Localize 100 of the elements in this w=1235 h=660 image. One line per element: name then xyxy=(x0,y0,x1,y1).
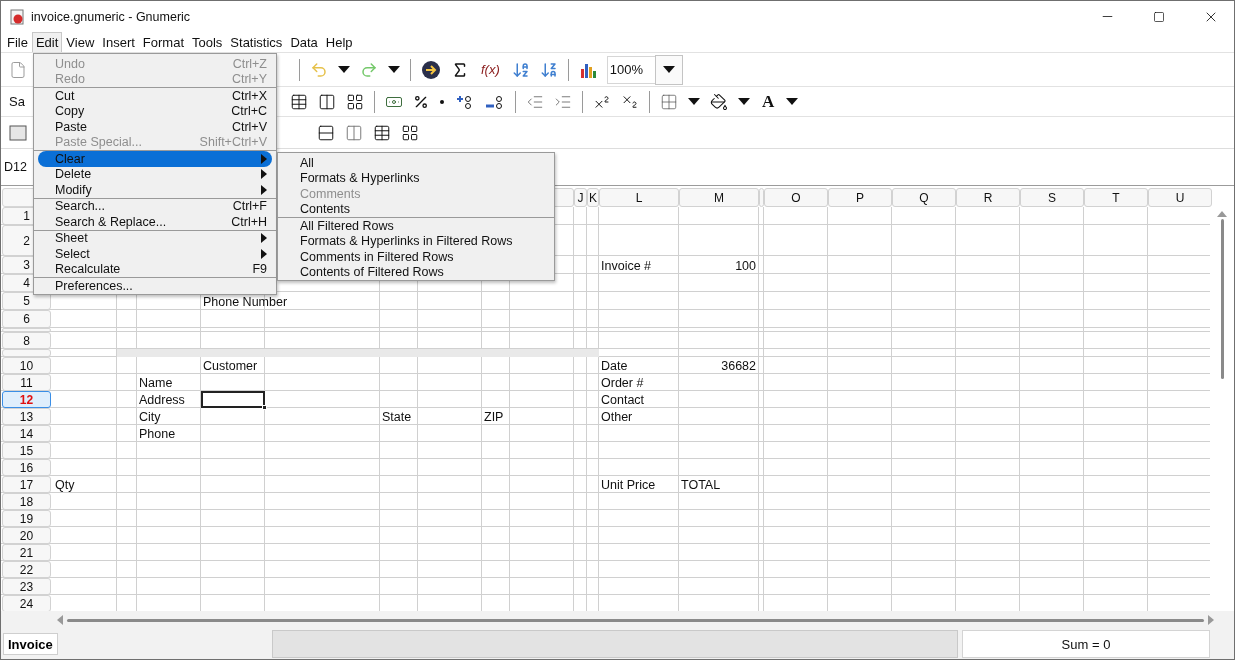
zoom-field[interactable]: 100% xyxy=(606,55,655,84)
font-color-button[interactable]: A xyxy=(759,91,777,112)
sort-ascending-icon[interactable] xyxy=(511,60,530,79)
submenu-arrow-icon xyxy=(261,153,267,164)
cell-cursor[interactable] xyxy=(201,391,265,408)
merge-cells-icon[interactable] xyxy=(289,92,308,111)
dropdown-arrow-icon[interactable] xyxy=(338,66,350,73)
submenu-arrow-icon xyxy=(261,169,267,180)
menu-bar-item[interactable]: File xyxy=(3,32,32,52)
dropdown-arrow-icon[interactable] xyxy=(388,66,400,73)
object-icon[interactable] xyxy=(9,124,27,141)
scrollbar-icon[interactable] xyxy=(345,123,363,142)
font-name-field[interactable]: Sa xyxy=(9,94,25,109)
menu-item[interactable]: Copy Ctrl+C xyxy=(38,103,272,119)
table-cell: Qty xyxy=(55,478,75,492)
column-header[interactable]: J xyxy=(574,188,587,207)
column-header[interactable]: M xyxy=(679,188,759,207)
table-cell: Name xyxy=(139,376,173,390)
thousands-separator-icon[interactable] xyxy=(438,98,445,105)
column-header[interactable]: U xyxy=(1148,188,1212,207)
column-header[interactable]: L xyxy=(599,188,679,207)
row-header[interactable]: 17 xyxy=(2,476,51,493)
row-header[interactable]: 22 xyxy=(2,561,51,578)
menu-item[interactable]: Clear xyxy=(38,151,272,167)
percent-icon[interactable] xyxy=(412,93,429,110)
sheet-tab[interactable]: Invoice xyxy=(3,633,58,655)
table-cell: TOTAL xyxy=(681,478,721,492)
menu-item[interactable]: Cut Ctrl+X xyxy=(38,88,272,104)
menu-item[interactable]: Comments in Filtered Rows xyxy=(282,249,550,265)
zoom-dropdown-button[interactable] xyxy=(654,54,683,85)
menu-item[interactable]: Contents xyxy=(282,201,550,217)
row-header[interactable]: 11 xyxy=(2,374,51,391)
menu-bar-item[interactable]: View xyxy=(62,32,99,52)
split-cells-icon[interactable] xyxy=(317,92,336,111)
menu-item[interactable]: Formats & Hyperlinks in Filtered Rows xyxy=(282,233,550,249)
column-header[interactable]: R xyxy=(956,188,1020,207)
table-cell: Other xyxy=(601,410,633,424)
scroll-left-icon[interactable] xyxy=(57,615,63,625)
goto-icon[interactable] xyxy=(421,59,441,80)
menu-item[interactable]: Delete xyxy=(38,166,272,182)
list-icon[interactable] xyxy=(373,123,391,142)
table-cell: Phone Number xyxy=(203,295,288,309)
submenu-arrow-icon xyxy=(261,184,267,195)
menu-item[interactable]: Modify xyxy=(38,182,272,198)
horizontal-scrollbar-thumb[interactable] xyxy=(67,618,1204,622)
function-button[interactable]: f(x) xyxy=(479,62,502,77)
maximize-icon[interactable] xyxy=(1153,10,1165,23)
menu-bar-item[interactable]: Edit xyxy=(31,32,63,52)
sort-descending-icon[interactable] xyxy=(539,60,558,79)
row-header[interactable]: 8 xyxy=(2,332,51,349)
row-header[interactable]: 5 xyxy=(2,292,51,310)
table-cell: City xyxy=(139,410,161,424)
row-header[interactable]: 21 xyxy=(2,544,51,561)
column-header[interactable]: K xyxy=(587,188,599,207)
row-header[interactable]: 19 xyxy=(2,510,51,527)
dropdown-arrow-icon[interactable] xyxy=(786,98,799,105)
dropdown-arrow-icon[interactable] xyxy=(737,98,750,105)
menu-bar-item[interactable]: Insert xyxy=(98,32,139,52)
column-header[interactable]: O xyxy=(764,188,828,207)
dropdown-arrow-icon[interactable] xyxy=(687,98,700,105)
row-header[interactable]: 20 xyxy=(2,527,51,544)
center-across-icon[interactable] xyxy=(345,92,364,111)
table-cell: Address xyxy=(139,393,185,407)
menu-bar-item[interactable]: Format xyxy=(138,32,188,52)
row-header[interactable]: 15 xyxy=(2,442,51,459)
menu-item[interactable]: Formats & Hyperlinks xyxy=(282,170,550,186)
vertical-scrollbar-thumb[interactable] xyxy=(1220,219,1224,379)
column-header[interactable]: P xyxy=(828,188,892,207)
menu-bar-item[interactable]: Help xyxy=(321,32,357,52)
row-header[interactable]: 14 xyxy=(2,425,51,442)
column-header[interactable]: T xyxy=(1084,188,1148,207)
cell-reference[interactable]: D12 xyxy=(4,160,27,174)
row-header[interactable]: 13 xyxy=(2,408,51,425)
menu-item[interactable]: All Filtered Rows xyxy=(282,218,550,234)
menu-item[interactable]: Paste Ctrl+V xyxy=(38,119,272,135)
row-header[interactable]: 24 xyxy=(2,595,51,611)
scroll-right-icon[interactable] xyxy=(1208,615,1214,625)
row-header[interactable]: 18 xyxy=(2,493,51,510)
frame-icon[interactable] xyxy=(317,123,335,142)
sum-status: Sum = 0 xyxy=(962,630,1210,658)
row-header[interactable]: 16 xyxy=(2,459,51,476)
column-header[interactable]: Q xyxy=(892,188,956,207)
menu-item[interactable]: All xyxy=(282,155,550,171)
fill-color-icon[interactable] xyxy=(709,92,728,111)
table-cell: Customer xyxy=(203,359,258,373)
menu-bar-item[interactable]: Tools xyxy=(188,32,227,52)
dropdown-arrow-icon[interactable] xyxy=(662,66,675,73)
row-header[interactable]: 6 xyxy=(2,310,51,328)
scroll-up-icon[interactable] xyxy=(1217,211,1227,217)
table-cell: Order # xyxy=(601,376,644,390)
row-header[interactable]: 23 xyxy=(2,578,51,595)
column-header[interactable]: S xyxy=(1020,188,1084,207)
menu-bar-item[interactable]: Data xyxy=(286,32,322,52)
menu-item[interactable]: Contents of Filtered Rows xyxy=(282,264,550,280)
new-file-icon[interactable] xyxy=(9,60,27,79)
row-header[interactable]: 12 xyxy=(2,391,51,408)
combo-icon[interactable] xyxy=(401,123,419,142)
borders-icon[interactable] xyxy=(659,92,678,111)
row-header[interactable]: 10 xyxy=(2,357,51,374)
menu-bar-item[interactable]: Statistics xyxy=(226,32,287,52)
